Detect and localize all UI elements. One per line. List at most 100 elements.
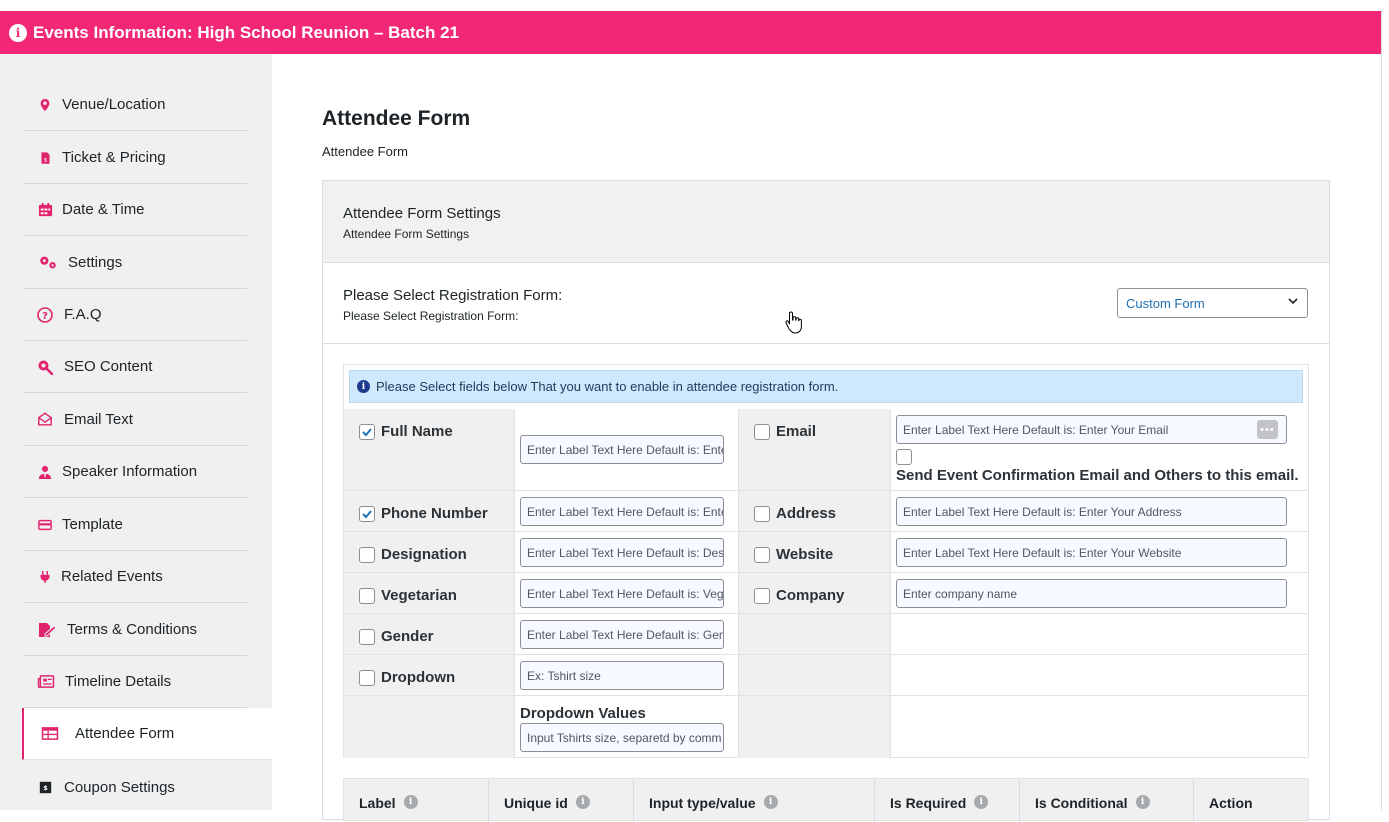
full-name-checkbox[interactable] (359, 423, 375, 440)
info-icon: i (763, 795, 778, 809)
sidebar-item-venue[interactable]: Venue/Location (24, 79, 247, 131)
vegetarian-label-input[interactable]: Enter Label Text Here Default is: Vege (520, 579, 724, 608)
field-gender[interactable]: Gender (359, 628, 434, 645)
email-confirm-checkbox[interactable] (896, 449, 912, 465)
col-unique-id-text: Unique id (504, 795, 568, 811)
info-icon: i (403, 795, 418, 809)
info-notice: i Please Select fields below That you wa… (349, 370, 1303, 403)
sidebar-item-label: Template (62, 516, 123, 533)
website-checkbox[interactable] (754, 546, 770, 563)
vegetarian-checkbox[interactable] (359, 587, 375, 604)
gender-checkbox[interactable] (359, 628, 375, 645)
dropdown-label-input[interactable]: Ex: Tshirt size (520, 661, 724, 690)
field-label: Address (776, 505, 837, 522)
dropdown-values-label: Dropdown Values (520, 705, 646, 722)
field-dropdown[interactable]: Dropdown (359, 669, 455, 686)
field-email[interactable]: Email (754, 423, 816, 440)
input-placeholder: Ex: Tshirt size (527, 668, 601, 683)
sidebar: Venue/Location $ Ticket & Pricing Date &… (0, 54, 272, 810)
sidebar-item-label: SEO Content (64, 358, 153, 375)
window-top-strip (0, 0, 1389, 11)
envelope-icon (37, 412, 53, 428)
field-label: Phone Number (381, 505, 488, 522)
registration-form-row: Please Select Registration Form: Please … (323, 263, 1329, 344)
field-company[interactable]: Company (754, 587, 844, 604)
col-is-conditional: Is Conditional i (1020, 779, 1194, 822)
input-placeholder: Input Tshirts size, separetd by comm (527, 730, 722, 745)
company-checkbox[interactable] (754, 587, 770, 604)
field-address[interactable]: Address (754, 505, 836, 522)
designation-label-input[interactable]: Enter Label Text Here Default is: Desi (520, 538, 724, 567)
field-website[interactable]: Website (754, 546, 833, 563)
sidebar-item-speaker[interactable]: Speaker Information (24, 446, 247, 498)
sidebar-item-label: F.A.Q (64, 306, 102, 323)
company-label-input[interactable]: Enter company name (896, 579, 1287, 608)
svg-text:$: $ (43, 157, 47, 163)
sidebar-item-settings[interactable]: Settings (24, 237, 247, 289)
gears-icon (37, 255, 59, 271)
input-placeholder: Enter Label Text Here Default is: Desi (527, 545, 724, 560)
field-cell (739, 614, 891, 655)
sidebar-item-label: Coupon Settings (64, 778, 175, 796)
field-cell (739, 696, 891, 758)
sidebar-item-related-events[interactable]: Related Events (24, 551, 247, 603)
address-label-input[interactable]: Enter Label Text Here Default is: Enter … (896, 497, 1287, 526)
search-icon (37, 359, 53, 375)
field-cell (891, 614, 1309, 655)
field-phone-number[interactable]: Phone Number (359, 505, 488, 522)
chevron-down-icon (1288, 298, 1298, 305)
page-title: Attendee Form (322, 107, 471, 130)
fields-table-header: Label i Unique id i Input type/value i Is R… (343, 778, 1309, 822)
col-is-conditional-text: Is Conditional (1035, 795, 1128, 811)
address-checkbox[interactable] (754, 505, 770, 522)
svg-text:$: $ (43, 783, 48, 791)
phone-number-label-input[interactable]: Enter Label Text Here Default is: Enter (520, 497, 724, 526)
field-vegetarian[interactable]: Vegetarian (359, 587, 457, 604)
sidebar-item-coupon[interactable]: $ Coupon Settings (24, 761, 247, 813)
sidebar-item-attendee-form[interactable]: Attendee Form (22, 708, 272, 760)
sidebar-item-label: Ticket & Pricing (62, 149, 166, 166)
col-is-required-text: Is Required (890, 795, 967, 811)
phone-number-checkbox[interactable] (359, 505, 375, 522)
info-icon: i (974, 795, 989, 809)
input-placeholder: Enter Label Text Here Default is: Enter (527, 442, 724, 457)
sidebar-item-date-time[interactable]: Date & Time (24, 184, 247, 236)
full-name-label-input[interactable]: Enter Label Text Here Default is: Enter (520, 435, 724, 464)
sidebar-item-label: Terms & Conditions (67, 621, 198, 638)
sidebar-item-label: Settings (68, 254, 123, 271)
sidebar-item-timeline[interactable]: Timeline Details (24, 656, 247, 708)
notice-text: Please Select fields below That you want… (376, 379, 839, 394)
table-icon (41, 726, 59, 742)
scrollbar[interactable] (1381, 11, 1389, 810)
email-label-input[interactable]: Enter Label Text Here Default is: Enter … (896, 415, 1287, 444)
email-checkbox[interactable] (754, 423, 770, 440)
dropdown-values-input[interactable]: Input Tshirts size, separetd by comm (520, 723, 724, 752)
fields-box: i Please Select fields below That you wa… (343, 364, 1309, 758)
field-cell (344, 696, 515, 758)
registration-select-value: Custom Form (1126, 295, 1205, 311)
sidebar-item-faq[interactable]: ? F.A.Q (24, 289, 247, 341)
field-designation[interactable]: Designation (359, 546, 467, 563)
sidebar-item-template[interactable]: Template (24, 499, 247, 551)
registration-form-select[interactable]: Custom Form (1117, 288, 1308, 318)
website-label-input[interactable]: Enter Label Text Here Default is: Enter … (896, 538, 1287, 567)
map-pin-icon (37, 97, 53, 113)
field-label: Website (776, 546, 834, 563)
plug-icon (37, 569, 53, 585)
gender-label-input[interactable]: Enter Label Text Here Default is: Gen (520, 620, 724, 649)
sidebar-item-terms[interactable]: Terms & Conditions (24, 604, 247, 656)
more-icon[interactable]: ••• (1257, 420, 1278, 439)
field-label: Vegetarian (381, 587, 457, 604)
designation-checkbox[interactable] (359, 546, 375, 563)
input-placeholder: Enter Label Text Here Default is: Enter (527, 504, 724, 519)
sidebar-item-email-text[interactable]: Email Text (24, 394, 247, 446)
field-label: Email (776, 423, 817, 440)
info-icon: i (575, 795, 590, 809)
main-content: Attendee Form Attendee Form Attendee For… (272, 54, 1381, 822)
field-full-name[interactable]: Full Name (359, 423, 453, 440)
dropdown-checkbox[interactable] (359, 669, 375, 686)
sidebar-item-label: Related Events (61, 568, 163, 585)
sidebar-item-ticket[interactable]: $ Ticket & Pricing (24, 132, 247, 184)
sidebar-item-label: Email Text (64, 411, 133, 428)
sidebar-item-seo[interactable]: SEO Content (24, 341, 247, 393)
